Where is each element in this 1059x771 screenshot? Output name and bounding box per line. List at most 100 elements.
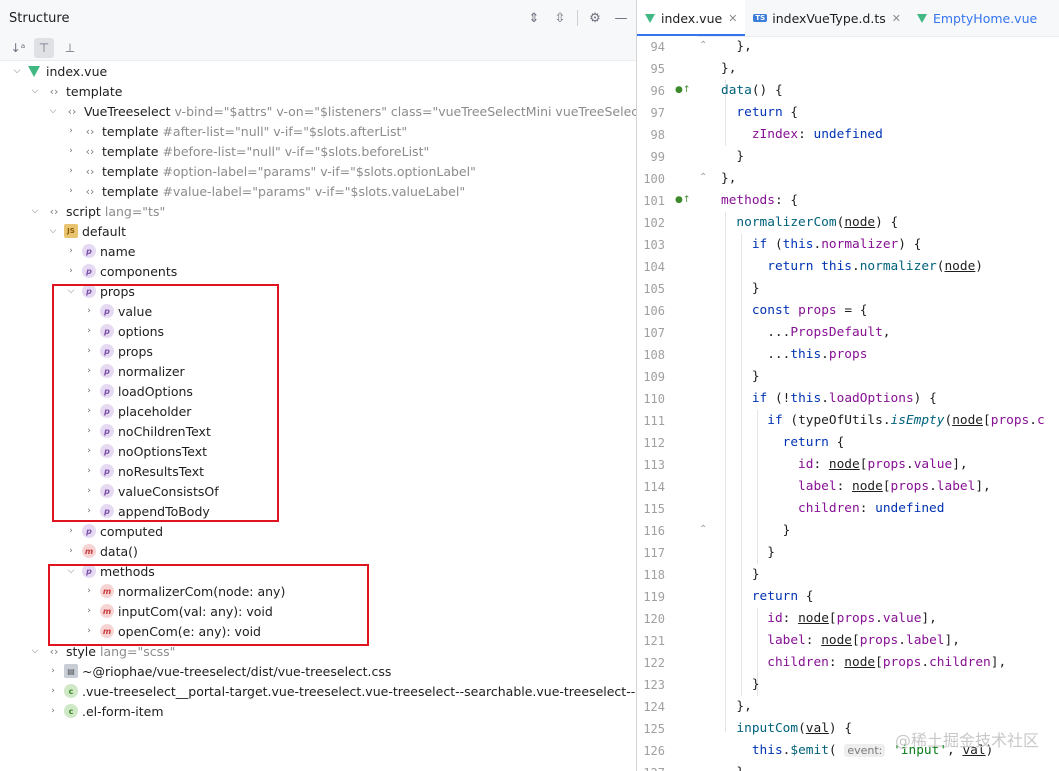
minimize-icon[interactable]: — [612,10,630,26]
tag-icon: ‹› [49,84,59,98]
tree-node[interactable]: › p computed [0,521,636,541]
expand-all-icon[interactable]: ⇕ [525,10,543,26]
code-line: } [721,281,760,296]
tree-node[interactable]: › p name [0,241,636,261]
tree-node[interactable]: › ▤ ~@riophae/vue-treeselect/dist/vue-tree… [0,661,636,681]
line-number: 105 [643,282,665,296]
vue-file-icon [28,65,40,77]
line-number: 107 [643,326,665,340]
chevron-down-icon[interactable]: ⌵ [46,224,60,238]
code-line: }, [721,39,752,54]
chevron-right-icon[interactable]: › [64,264,78,278]
chevron-right-icon[interactable]: › [64,144,78,158]
close-icon[interactable]: ✕ [892,12,901,25]
line-number: 112 [643,436,665,450]
tag-icon: ‹› [85,144,95,158]
code-line: } [721,523,791,538]
line-number: 96 [650,84,665,98]
tree-node[interactable]: ⌵ ‹› template [0,81,636,101]
code-line: return this.normalizer(node) [767,259,984,274]
chevron-right-icon[interactable]: › [46,704,60,718]
override-marker-icon[interactable]: ●↑ [675,195,690,205]
separator [577,10,578,26]
code-line: } [721,149,745,164]
tree-node[interactable]: › p components [0,261,636,281]
chevron-right-icon[interactable]: › [64,184,78,198]
tree-node[interactable]: › ‹› template #before-list="null" v-if="$sl… [0,141,636,161]
tree-label: index.vue [46,63,108,79]
vue-file-icon [645,13,655,23]
chevron-right-icon[interactable]: › [46,664,60,678]
collapse-all-icon[interactable]: ⇳ [551,10,569,26]
chevron-down-icon[interactable]: ⌵ [46,104,60,118]
code-line: } [721,369,760,384]
code-line: }, [721,61,737,76]
code-line: ...this.props [721,347,868,362]
typescript-file-icon: TS [753,14,768,22]
tree-label: ~@riophae/vue-treeselect/dist/vue-treese… [82,663,392,679]
close-icon[interactable]: ✕ [728,12,737,25]
tab-index-vue-type[interactable]: TS indexVueType.d.ts ✕ [745,0,909,36]
tree-attr: #option-label="params" v-if="$slots.opti… [162,163,476,179]
fold-icon[interactable]: ⌃ [699,40,707,51]
tab-empty-home[interactable]: EmptyHome.vue [909,0,1045,36]
autoscroll-from-source-icon[interactable]: ⊥ [60,38,80,58]
code-line: return { [782,435,845,450]
chevron-right-icon[interactable]: › [46,684,60,698]
line-number: 126 [643,744,665,758]
override-marker-icon[interactable]: ●↑ [675,85,690,95]
code-line: if (this.normalizer) { [751,237,922,252]
line-number: 103 [643,238,665,252]
tab-label: index.vue [661,10,723,26]
tree-node[interactable]: › ‹› template #option-label="params" v-if="… [0,161,636,181]
chevron-right-icon[interactable]: › [64,244,78,258]
chevron-down-icon[interactable]: ⌵ [28,644,42,658]
line-number: 102 [643,216,665,230]
tree-node[interactable]: › ‹› template #value-label="params" v-if="$… [0,181,636,201]
tree-node[interactable]: › ‹› template #after-list="null" v-if="$slo… [0,121,636,141]
tag-icon: ‹› [49,644,59,658]
code-line: } [721,545,775,560]
tab-index-vue[interactable]: index.vue ✕ [637,0,746,36]
line-number: 98 [650,128,665,142]
chevron-right-icon[interactable]: › [64,544,78,558]
line-number: 94 [650,40,665,54]
fold-icon[interactable]: ⌃ [699,172,707,183]
code-line: zIndex: undefined [751,127,883,142]
chevron-down-icon[interactable]: ⌵ [10,64,24,78]
line-number: 108 [643,348,665,362]
fold-icon[interactable]: ⌃ [699,524,707,535]
code-line: } [721,762,744,771]
navigate-with-single-click-icon[interactable]: ⊤ [34,38,54,58]
structure-panel: Structure ⇕ ⇳ ⚙ — ↓ᵃ ⊤ ⊥ ⌵ index.vue ⌵ ‹› t… [0,0,636,771]
chevron-down-icon[interactable]: ⌵ [28,204,42,218]
tree-node[interactable]: ⌵ ‹› VueTreeselect v-bind="$attrs" v-on="$l… [0,101,636,121]
tree-node[interactable]: › c .vue-treeselect__portal-target.vue-tre… [0,681,636,701]
tree-node[interactable]: ⌵ ‹› script lang="ts" [0,201,636,221]
property-icon: p [82,264,96,278]
props-highlight-box [52,284,279,522]
sort-alpha-icon[interactable]: ↓ᵃ [8,38,28,58]
property-icon: p [82,244,96,258]
code-line: data() { [721,83,783,98]
tag-icon: ‹› [49,204,59,218]
chevron-down-icon[interactable]: ⌵ [28,84,42,98]
tree-label: template [102,123,159,139]
code-editor[interactable]: }, }, data() { return { zIndex: undefine… [721,36,1059,771]
chevron-right-icon[interactable]: › [64,524,78,538]
property-icon: p [82,524,96,538]
tree-attr: #before-list="null" v-if="$slots.beforeL… [162,143,430,159]
line-number: 101 [643,194,665,208]
tree-node[interactable]: › c .el-form-item [0,701,636,721]
gear-icon[interactable]: ⚙ [586,10,604,26]
tree-node[interactable]: ⌵ JS default [0,221,636,241]
chevron-right-icon[interactable]: › [64,124,78,138]
tree-label: template [102,163,159,179]
code-line: label: node[props.label], [767,633,960,648]
tree-label: data() [100,543,138,559]
tree-node[interactable]: › m data() [0,541,636,561]
structure-toolbar: ↓ᵃ ⊤ ⊥ [0,36,636,61]
tree-node[interactable]: ⌵ index.vue [0,61,636,81]
chevron-right-icon[interactable]: › [64,164,78,178]
line-number: 118 [643,568,665,582]
